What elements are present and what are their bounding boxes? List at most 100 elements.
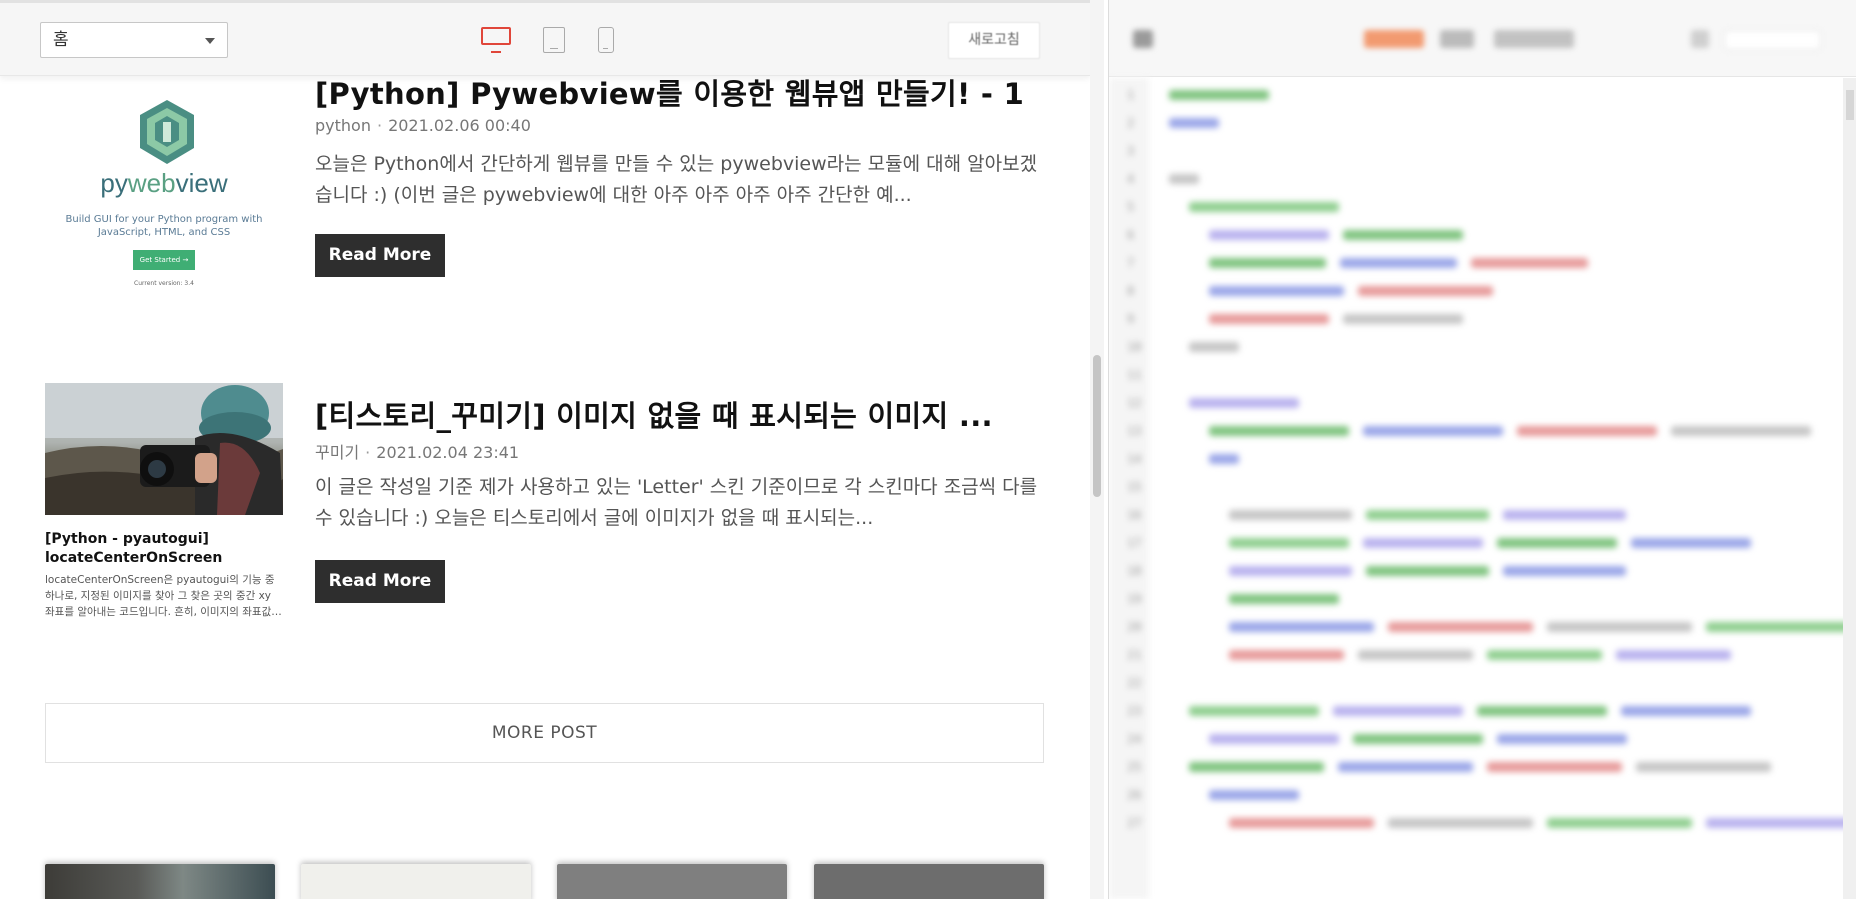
line-number: 21	[1127, 648, 1142, 662]
code-token	[1169, 118, 1219, 128]
related-post-card[interactable]	[557, 864, 787, 899]
post-category[interactable]: python	[315, 116, 371, 135]
code-token	[1169, 90, 1269, 100]
code-token	[1189, 342, 1239, 352]
post-thumbnail[interactable]: pywebview Build GUI for your Python prog…	[45, 70, 283, 310]
line-number: 3	[1127, 144, 1135, 158]
code-token	[1497, 734, 1627, 744]
tab-files[interactable]	[1494, 30, 1574, 48]
photographer-image	[45, 383, 283, 515]
code-token	[1358, 286, 1493, 296]
code-token	[1636, 762, 1771, 772]
code-token	[1517, 426, 1657, 436]
code-token	[1229, 510, 1352, 520]
code-token	[1366, 566, 1489, 576]
code-token	[1503, 510, 1626, 520]
pywebview-wordmark: pywebview	[100, 168, 228, 198]
line-number: 16	[1127, 508, 1142, 522]
tablet-view-icon[interactable]	[543, 27, 565, 53]
read-more-button[interactable]: Read More	[315, 234, 445, 277]
post-date: 2021.02.06 00:40	[388, 116, 531, 135]
code-token	[1189, 398, 1299, 408]
code-token	[1209, 314, 1329, 324]
line-number: 15	[1127, 480, 1142, 494]
line-number: 27	[1127, 816, 1142, 830]
code-token	[1497, 538, 1617, 548]
more-post-button[interactable]: MORE POST	[45, 703, 1044, 763]
line-number: 9	[1127, 312, 1135, 326]
code-token	[1388, 622, 1533, 632]
line-number: 18	[1127, 564, 1142, 578]
line-number: 13	[1127, 424, 1142, 438]
preview-scrollbar-thumb[interactable]	[1093, 355, 1101, 497]
refresh-button[interactable]: 새로고침	[948, 22, 1040, 59]
preview-toolbar: 홈 새로고침	[0, 0, 1090, 76]
desktop-view-icon[interactable]	[481, 27, 511, 53]
code-token	[1229, 818, 1374, 828]
code-editor-pane: 1 2 3 4 5 6 7 8 9 10 11 12 13 14 15 16 17 18 19 20 21 22 23 24 2…	[1108, 0, 1856, 899]
code-token	[1477, 706, 1607, 716]
related-post-card[interactable]	[45, 864, 275, 899]
code-token	[1338, 762, 1473, 772]
post-title[interactable]: [Python] Pywebview를 이용한 웹뷰앱 만들기! - 1	[315, 71, 1090, 113]
code-token	[1706, 622, 1851, 632]
pywebview-version: Current version: 3.4	[134, 280, 194, 287]
related-post-card[interactable]	[301, 864, 531, 899]
code-token	[1209, 734, 1339, 744]
tab-css[interactable]	[1440, 30, 1474, 48]
code-token	[1363, 538, 1483, 548]
line-number: 14	[1127, 452, 1142, 466]
side-post-title[interactable]: [Python - pyautogui] locateCenterOnScree…	[45, 530, 283, 568]
pywebview-tagline: Build GUI for your Python program with J…	[65, 214, 263, 238]
code-token	[1621, 706, 1751, 716]
code-token	[1229, 566, 1352, 576]
line-number: 6	[1127, 228, 1135, 242]
code-token	[1333, 706, 1463, 716]
editor-menu-icon[interactable]	[1133, 30, 1153, 48]
code-token	[1340, 258, 1457, 268]
line-number: 1	[1127, 88, 1135, 102]
code-token	[1487, 762, 1622, 772]
line-number: 22	[1127, 676, 1142, 690]
code-token	[1547, 622, 1692, 632]
mobile-view-icon[interactable]	[598, 27, 614, 53]
code-area[interactable]: 1 2 3 4 5 6 7 8 9 10 11 12 13 14 15 16 17 18 19 20 21 22 23 24 2…	[1109, 78, 1856, 899]
read-more-button[interactable]: Read More	[315, 560, 445, 603]
line-number: 17	[1127, 536, 1142, 550]
post-thumbnail[interactable]	[45, 383, 283, 515]
line-number: 20	[1127, 620, 1142, 634]
side-post-excerpt: locateCenterOnScreen은 pyautogui의 기능 중 하나…	[45, 574, 281, 618]
post-meta: python · 2021.02.06 00:40	[315, 116, 531, 135]
preview-pane: 홈 새로고침 pywebview Build GUI for your Pyth…	[0, 0, 1090, 899]
chevron-down-icon	[205, 38, 215, 44]
post-date: 2021.02.04 23:41	[376, 443, 520, 462]
related-post-card[interactable]	[814, 864, 1044, 899]
code-token	[1353, 734, 1483, 744]
post-item: [Python - pyautogui] locateCenterOnScree…	[45, 383, 1045, 623]
editor-scrollbar-track[interactable]	[1843, 78, 1856, 899]
pywebview-logo-icon	[140, 100, 194, 164]
code-token	[1229, 650, 1344, 660]
line-number: 4	[1127, 172, 1135, 186]
line-number: 7	[1127, 256, 1135, 270]
page-select-dropdown[interactable]: 홈	[40, 22, 228, 58]
post-meta: 꾸미기 · 2021.02.04 23:41	[315, 443, 520, 462]
code-token	[1189, 762, 1324, 772]
post-category[interactable]: 꾸미기	[315, 443, 359, 462]
editor-apply-button[interactable]	[1724, 30, 1821, 50]
editor-scrollbar-thumb[interactable]	[1846, 90, 1854, 120]
post-item: pywebview Build GUI for your Python prog…	[45, 70, 1045, 320]
code-token	[1209, 454, 1239, 464]
tab-html[interactable]	[1364, 30, 1424, 48]
code-token	[1209, 790, 1299, 800]
line-number: 23	[1127, 704, 1142, 718]
post-title[interactable]: [티스토리_꾸미기] 이미지 없을 때 표시되는 이미지 ...	[315, 393, 1090, 435]
editor-settings-icon[interactable]	[1691, 30, 1709, 48]
code-token	[1487, 650, 1602, 660]
code-token	[1358, 650, 1473, 660]
code-token	[1229, 538, 1349, 548]
code-token	[1209, 426, 1349, 436]
code-token	[1363, 426, 1503, 436]
line-number: 24	[1127, 732, 1142, 746]
code-token	[1169, 174, 1199, 184]
